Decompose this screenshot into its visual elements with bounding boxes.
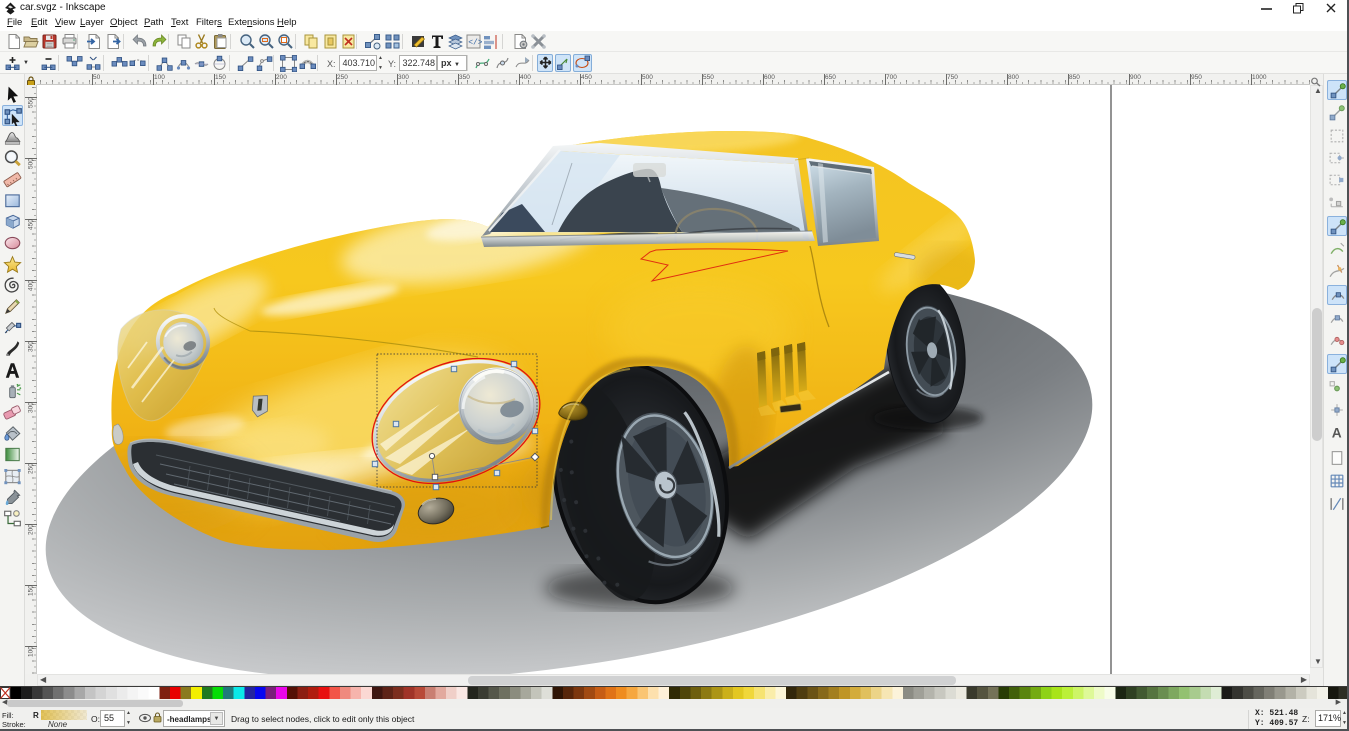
svg-text:</>: </> xyxy=(468,39,482,48)
svg-text:A: A xyxy=(1332,425,1342,440)
